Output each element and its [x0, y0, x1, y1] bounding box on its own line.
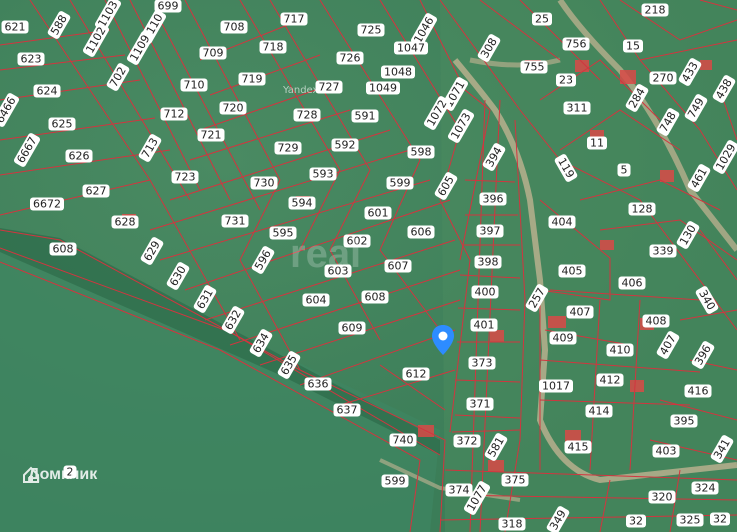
parcel-label: 594 — [288, 196, 316, 210]
parcel-label: 637 — [333, 403, 361, 417]
parcel-label: 609 — [338, 321, 366, 335]
parcel-label: 712 — [160, 107, 188, 121]
parcel-label: 723 — [171, 170, 199, 184]
parcel-label: 395 — [670, 414, 698, 428]
parcel-label: 628 — [111, 215, 139, 229]
parcel-label: 717 — [280, 12, 308, 26]
parcel-label: 612 — [402, 367, 430, 381]
parcel-label: 621 — [1, 20, 29, 34]
parcel-label: 325 — [676, 513, 704, 527]
parcel-label: 699 — [154, 0, 182, 13]
parcel-label: 608 — [49, 242, 77, 256]
parcel-label: 371 — [466, 397, 494, 411]
domclick-logo: Домклик — [22, 466, 97, 484]
parcel-label: 728 — [293, 108, 321, 122]
parcel-label: 373 — [468, 356, 496, 370]
parcel-label: 604 — [302, 293, 330, 307]
parcel-label: 324 — [691, 481, 719, 495]
parcel-label: 6672 — [30, 197, 64, 211]
parcel-label: 599 — [386, 176, 414, 190]
cadastral-map[interactable]: 621 588 1103 1110 699 1102 1109 708 717 725 1046 10… — [0, 0, 737, 532]
parcel-label: 1049 — [366, 81, 400, 95]
parcel-label: 15 — [623, 39, 643, 53]
parcel-label: 1047 — [394, 41, 428, 55]
parcel-label: 592 — [331, 138, 359, 152]
parcel-label: 709 — [199, 46, 227, 60]
parcel-label: 756 — [562, 37, 590, 51]
parcel-label: 375 — [501, 473, 529, 487]
parcel-label: 626 — [65, 149, 93, 163]
parcel-label: 627 — [82, 184, 110, 198]
parcel-label: 591 — [351, 109, 379, 123]
parcel-label: 721 — [197, 128, 225, 142]
parcel-label: 270 — [649, 71, 677, 85]
parcel-label: 725 — [357, 23, 385, 37]
parcel-label: 727 — [315, 80, 343, 94]
parcel-label: 636 — [304, 377, 332, 391]
parcel-label: 409 — [549, 331, 577, 345]
parcel-label: 403 — [652, 444, 680, 458]
parcel-label: 599 — [381, 474, 409, 488]
parcel-label: 407 — [566, 305, 594, 319]
parcel-label: 372 — [453, 434, 481, 448]
parcel-label: 218 — [641, 3, 669, 17]
ghost-watermark: real — [290, 232, 362, 276]
map-watermark: Yandex — [283, 85, 319, 96]
parcel-label: 400 — [471, 285, 499, 299]
parcel-label: 414 — [585, 404, 613, 418]
parcel-label: 405 — [558, 264, 586, 278]
parcel-label: 731 — [221, 214, 249, 228]
parcel-label: 625 — [48, 117, 76, 131]
parcel-label: 606 — [407, 225, 435, 239]
parcel-label: 320 — [648, 490, 676, 504]
parcel-label: 607 — [384, 259, 412, 273]
parcel-label: 408 — [642, 314, 670, 328]
parcel-label: 23 — [556, 73, 576, 87]
parcel-label: 318 — [498, 517, 526, 531]
parcel-label: 710 — [180, 78, 208, 92]
parcel-label: 719 — [238, 72, 266, 86]
parcel-label: 5 — [617, 163, 631, 177]
parcel-label: 755 — [520, 60, 548, 74]
parcel-label: 412 — [596, 373, 624, 387]
parcel-label: 406 — [618, 276, 646, 290]
parcel-label: 410 — [606, 343, 634, 357]
parcel-label: 720 — [219, 101, 247, 115]
parcel-label: 416 — [684, 384, 712, 398]
parcel-label: 415 — [564, 440, 592, 454]
parcel-label: 593 — [309, 167, 337, 181]
parcel-label: 740 — [389, 433, 417, 447]
parcel-label: 11 — [587, 136, 607, 150]
parcel-label: 401 — [470, 318, 498, 332]
parcel-label: 1048 — [381, 65, 415, 79]
parcel-label: 598 — [407, 145, 435, 159]
parcel-label: 726 — [336, 51, 364, 65]
parcel-label: 128 — [628, 202, 656, 216]
parcel-label: 730 — [250, 176, 278, 190]
parcel-label: 404 — [548, 215, 576, 229]
parcel-label: 708 — [220, 20, 248, 34]
parcel-label: 311 — [563, 101, 591, 115]
parcel-label: 374 — [445, 483, 473, 497]
parcel-label: 396 — [479, 192, 507, 206]
parcel-label: 398 — [474, 255, 502, 269]
parcel-label: 623 — [17, 52, 45, 66]
parcel-label: 624 — [33, 84, 61, 98]
parcel-label: 32 — [710, 512, 730, 526]
parcel-label: 397 — [476, 224, 504, 238]
parcel-label: 25 — [532, 12, 552, 26]
parcel-label: 608 — [361, 290, 389, 304]
parcel-label: 718 — [259, 40, 287, 54]
parcel-label: 1017 — [539, 379, 573, 393]
parcel-label: 729 — [274, 141, 302, 155]
parcel-label: 601 — [364, 206, 392, 220]
parcel-label: 339 — [649, 244, 677, 258]
parcel-label: 32 — [626, 514, 646, 528]
